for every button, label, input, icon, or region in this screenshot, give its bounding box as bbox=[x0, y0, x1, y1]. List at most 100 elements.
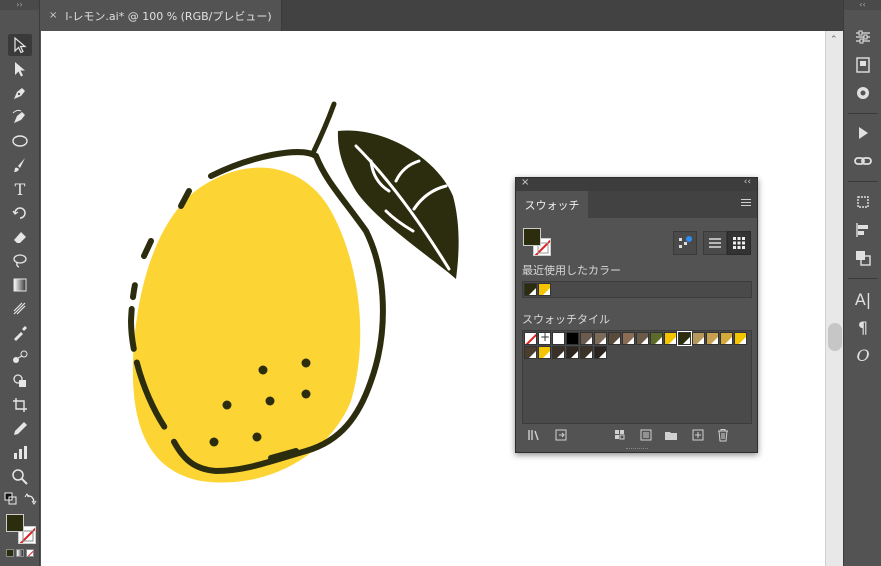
swatch[interactable] bbox=[608, 332, 621, 345]
recent-swatch[interactable] bbox=[524, 283, 537, 296]
pen-tool-icon[interactable] bbox=[8, 82, 32, 104]
align-icon[interactable] bbox=[853, 220, 873, 240]
type-tool-icon[interactable]: T bbox=[8, 178, 32, 200]
shape-builder-tool-icon[interactable] bbox=[8, 370, 32, 392]
mesh-tool-icon[interactable] bbox=[8, 298, 32, 320]
lemon-fill-shape bbox=[132, 167, 361, 483]
lasso-tool-icon[interactable] bbox=[8, 250, 32, 272]
swatch[interactable] bbox=[538, 332, 551, 345]
collapse-panel-icon[interactable]: ‹‹ bbox=[744, 177, 751, 187]
right-panel-dock: ‹‹ A| ¶ O bbox=[843, 0, 881, 566]
swatch[interactable] bbox=[677, 331, 692, 346]
delete-swatch-icon[interactable] bbox=[716, 428, 730, 442]
actions-play-icon[interactable] bbox=[853, 123, 873, 143]
panel-menu-icon[interactable] bbox=[741, 199, 751, 208]
tab-swatches[interactable]: スウォッチ bbox=[516, 191, 588, 218]
selection-tool-icon[interactable] bbox=[8, 34, 32, 56]
swatch[interactable] bbox=[706, 332, 719, 345]
none-mode-icon[interactable] bbox=[26, 549, 34, 557]
default-fill-stroke-icon[interactable] bbox=[4, 492, 18, 506]
panel-tab-row: スウォッチ bbox=[516, 191, 757, 218]
tools-panel: ›› T bbox=[0, 0, 40, 566]
color-group-icon[interactable] bbox=[639, 428, 653, 442]
swatch[interactable] bbox=[566, 346, 579, 359]
swatch[interactable] bbox=[650, 332, 663, 345]
scrollbar-thumb[interactable] bbox=[828, 323, 842, 351]
swatch-library-label: スウォッチタイル bbox=[522, 313, 610, 326]
swatch[interactable] bbox=[636, 332, 649, 345]
panel-fill-stroke[interactable] bbox=[523, 228, 553, 258]
swatch[interactable] bbox=[594, 346, 607, 359]
swatch[interactable] bbox=[524, 332, 537, 345]
close-panel-icon[interactable]: × bbox=[521, 177, 529, 188]
direct-selection-tool-icon[interactable] bbox=[8, 58, 32, 80]
gradient-tool-icon[interactable] bbox=[8, 274, 32, 296]
gradient-mode-icon[interactable] bbox=[16, 549, 24, 557]
panel-titlebar[interactable]: × ‹‹ bbox=[516, 177, 757, 191]
new-swatch-icon[interactable] bbox=[691, 428, 705, 442]
pathfinder-icon[interactable] bbox=[853, 248, 873, 268]
show-swatch-kinds-icon[interactable] bbox=[673, 231, 697, 255]
scroll-up-icon[interactable]: ⌃ bbox=[830, 35, 838, 45]
recent-colors-row bbox=[522, 281, 752, 298]
swatch[interactable] bbox=[580, 346, 593, 359]
swatch[interactable] bbox=[692, 332, 705, 345]
document-tab[interactable]: × l-レモン.ai* @ 100 % (RGB/プレビュー) bbox=[41, 0, 282, 31]
color-mode-icon[interactable] bbox=[6, 549, 14, 557]
swatch-grid bbox=[522, 330, 752, 424]
swatch[interactable] bbox=[734, 332, 747, 345]
swatch[interactable] bbox=[538, 346, 551, 359]
links-icon[interactable] bbox=[853, 151, 873, 171]
zoom-tool-icon[interactable] bbox=[8, 466, 32, 488]
panel-fill-swatch[interactable] bbox=[523, 228, 541, 246]
paragraph-icon[interactable]: ¶ bbox=[853, 317, 873, 337]
eyedropper-tool-icon[interactable] bbox=[8, 322, 32, 344]
fill-swatch[interactable] bbox=[6, 514, 24, 532]
rotate-tool-icon[interactable] bbox=[8, 202, 32, 224]
color-mode-buttons[interactable] bbox=[6, 549, 34, 557]
panel-bottom-bar bbox=[516, 426, 759, 446]
swatch-options-icon[interactable] bbox=[613, 428, 627, 442]
swatch-libraries-menu-icon[interactable] bbox=[527, 428, 541, 442]
panel-resize-grip[interactable] bbox=[626, 448, 648, 451]
transform-icon[interactable] bbox=[853, 192, 873, 212]
graph-tool-icon[interactable] bbox=[8, 442, 32, 464]
swatch[interactable] bbox=[664, 332, 677, 345]
toolbar-grip[interactable]: ›› bbox=[0, 0, 39, 10]
properties-icon[interactable] bbox=[853, 27, 873, 47]
show-in-cc-libraries-icon[interactable] bbox=[554, 428, 568, 442]
recent-colors-label: 最近使用したカラー bbox=[522, 264, 621, 277]
document-tab-bar: × l-レモン.ai* @ 100 % (RGB/プレビュー) bbox=[41, 0, 843, 31]
swatch[interactable] bbox=[622, 332, 635, 345]
libraries-icon[interactable] bbox=[853, 55, 873, 75]
opentype-icon[interactable]: O bbox=[853, 345, 873, 365]
crop-tool-icon[interactable] bbox=[8, 394, 32, 416]
new-color-group-icon[interactable] bbox=[664, 428, 678, 442]
swatch[interactable] bbox=[720, 332, 733, 345]
swatch[interactable] bbox=[594, 332, 607, 345]
cc-sync-icon[interactable] bbox=[853, 83, 873, 103]
list-view-icon[interactable] bbox=[703, 231, 727, 255]
ellipse-tool-icon[interactable] bbox=[8, 130, 32, 152]
close-tab-icon[interactable]: × bbox=[49, 10, 57, 21]
document-title: l-レモン.ai* @ 100 % (RGB/プレビュー) bbox=[65, 9, 272, 23]
paintbrush-tool-icon[interactable] bbox=[8, 154, 32, 176]
pencil-tool-icon[interactable] bbox=[8, 418, 32, 440]
swatch[interactable] bbox=[552, 346, 565, 359]
swatch[interactable] bbox=[524, 346, 537, 359]
swap-fill-stroke-icon[interactable] bbox=[24, 492, 38, 506]
curvature-tool-icon[interactable] bbox=[8, 106, 32, 128]
toolbar-fill-stroke[interactable] bbox=[6, 514, 36, 544]
swatch[interactable] bbox=[566, 332, 579, 345]
recent-swatch[interactable] bbox=[538, 283, 551, 296]
character-icon[interactable]: A| bbox=[853, 289, 873, 309]
vertical-scrollbar[interactable]: ⌃ bbox=[825, 31, 843, 566]
dock-grip[interactable]: ‹‹ bbox=[844, 0, 881, 10]
swatches-panel: × ‹‹ スウォッチ 最近使用したカラー スウォッチタイル bbox=[515, 177, 758, 453]
swatch[interactable] bbox=[580, 332, 593, 345]
eraser-tool-icon[interactable] bbox=[8, 226, 32, 248]
swatch[interactable] bbox=[552, 332, 565, 345]
illustrator-window: ›› T × l-レモン.ai* @ 100 % (RGB/プレビュー) ⌃ ‹… bbox=[0, 0, 881, 566]
thumbnail-view-icon[interactable] bbox=[727, 231, 751, 255]
blend-tool-icon[interactable] bbox=[8, 346, 32, 368]
